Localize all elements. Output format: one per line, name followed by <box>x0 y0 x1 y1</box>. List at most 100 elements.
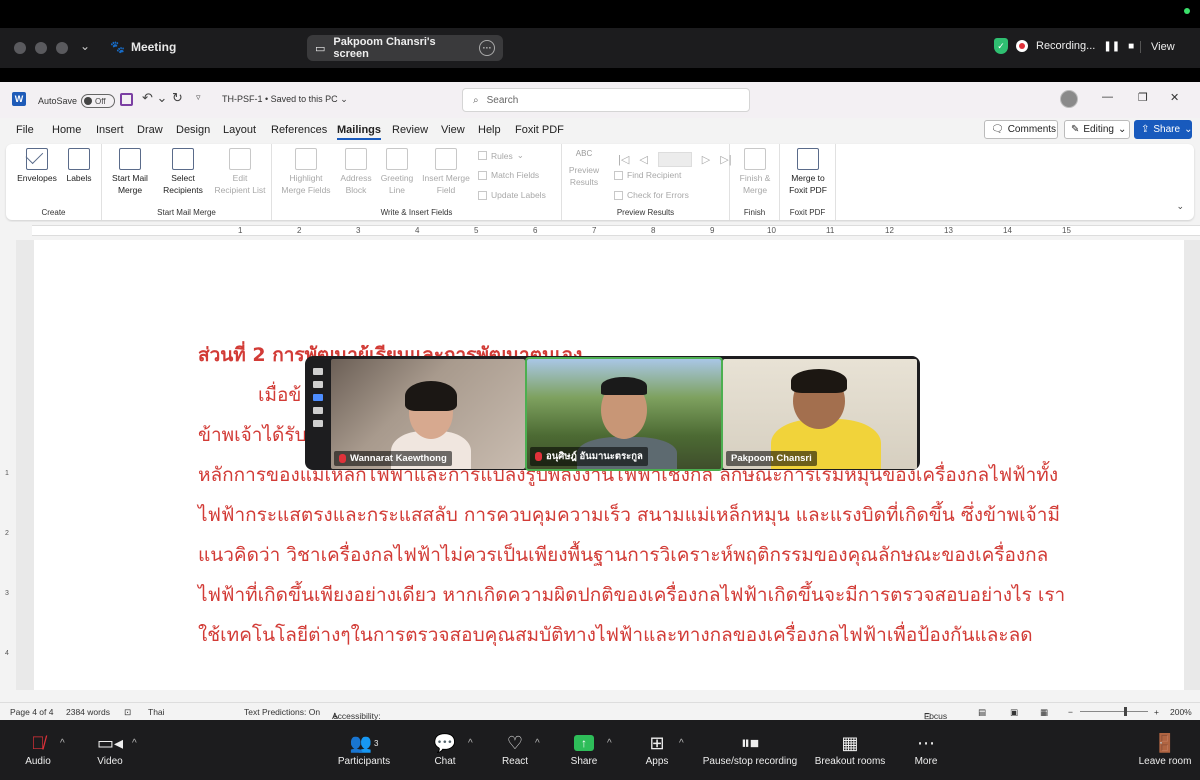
print-layout-icon[interactable]: ▣ <box>1010 707 1018 718</box>
finish-merge-button[interactable]: Finish & Merge <box>732 148 778 196</box>
participants-button[interactable]: 👥 3 Participants <box>319 730 409 768</box>
prev-record-icon[interactable]: ◁ <box>639 153 647 166</box>
save-icon[interactable] <box>120 93 133 106</box>
paragraph-line[interactable]: ไฟฟ้ากระแสตรงและกระแสสลับ การควบคุมความเ… <box>198 500 1060 530</box>
redo-icon[interactable]: ↻ <box>172 90 183 106</box>
window-controls[interactable] <box>14 42 68 54</box>
paragraph-line[interactable]: แนวคิดว่า วิชาเครื่องกลไฟฟ้าไม่ควรเป็นเพ… <box>198 540 1048 570</box>
minimize-icon[interactable]: — <box>1102 91 1113 103</box>
address-block-button[interactable]: Address Block <box>336 148 376 196</box>
tab-file[interactable]: File <box>16 124 34 136</box>
web-layout-icon[interactable]: ▦ <box>1040 707 1048 718</box>
tab-mailings[interactable]: Mailings <box>337 124 382 140</box>
video-button[interactable]: ▭◂ Video <box>65 730 155 768</box>
tab-insert[interactable]: Insert <box>96 124 124 136</box>
video-panel[interactable]: Wannarat Kaewthong อนุศิษฎ์ อันมานะตระกู… <box>305 356 920 471</box>
apps-button[interactable]: ⊞ Apps <box>612 730 702 768</box>
more-options-icon[interactable]: ··· <box>479 40 495 56</box>
match-fields-button[interactable]: Match Fields <box>478 170 539 180</box>
document-title[interactable]: TH-PSF-1 • Saved to this PC ⌄ <box>222 94 348 105</box>
text-predictions[interactable]: Text Predictions: On <box>244 707 320 717</box>
ruler-number: 8 <box>651 226 656 235</box>
hide-video-icon[interactable] <box>313 420 323 427</box>
paragraph-line[interactable]: ใช้เทคโนโลยีต่างๆในการตรวจสอบคุณสมบัติทา… <box>198 620 1033 650</box>
greeting-line-button[interactable]: Greeting Line <box>376 148 418 196</box>
apps-options-caret-icon[interactable]: ^ <box>679 738 684 749</box>
vertical-ruler[interactable]: 1 2 3 4 <box>0 240 16 690</box>
zoom-out-icon[interactable]: − <box>1068 707 1073 717</box>
speaker-view-icon[interactable] <box>313 381 323 388</box>
select-recipients-button[interactable]: Select Recipients <box>156 148 210 196</box>
close-icon[interactable]: ✕ <box>1170 91 1179 104</box>
merge-to-foxit-button[interactable]: Merge to Foxit PDF <box>782 148 834 196</box>
language[interactable]: Thai <box>148 707 165 717</box>
paragraph-line[interactable]: ไฟฟ้าที่เกิดขึ้นเพียงอย่างเดียว หากเกิดค… <box>198 580 1065 610</box>
share-button[interactable]: ⇪ Share ⌄ <box>1134 120 1192 139</box>
update-icon <box>478 190 487 200</box>
share-options-caret-icon[interactable]: ^ <box>607 738 612 749</box>
participant-tile[interactable]: Pakpoom Chansri <box>723 359 917 469</box>
stop-icon[interactable]: ■ <box>1128 41 1134 52</box>
minimize-panel-icon[interactable] <box>313 368 323 375</box>
restore-icon[interactable]: ❐ <box>1138 91 1148 104</box>
start-mail-merge-button[interactable]: Start Mail Merge <box>106 148 154 196</box>
rules-button[interactable]: Rules ⌄ <box>478 150 524 161</box>
chevron-down-icon[interactable]: ⌄ <box>80 39 90 53</box>
first-record-icon[interactable]: |◁ <box>618 153 629 166</box>
paw-icon: 🐾 <box>110 40 125 54</box>
tab-review[interactable]: Review <box>392 124 428 136</box>
search-input[interactable]: ⌕ Search <box>462 88 750 112</box>
page-count[interactable]: Page 4 of 4 <box>10 707 53 717</box>
participant-tile[interactable]: Wannarat Kaewthong <box>331 359 525 469</box>
view-button[interactable]: View <box>1140 41 1175 53</box>
zoom-level[interactable]: 200% <box>1170 707 1192 717</box>
tab-help[interactable]: Help <box>478 124 501 136</box>
video-options-caret-icon[interactable]: ^ <box>132 738 137 749</box>
labels-button[interactable]: Labels <box>62 148 96 184</box>
record-number-input[interactable] <box>657 152 692 167</box>
maximize-dot[interactable] <box>56 42 68 54</box>
more-button[interactable]: ⋯ More <box>881 730 971 768</box>
close-dot[interactable] <box>14 42 26 54</box>
word-logo-icon: W <box>12 92 26 106</box>
tab-foxit-pdf[interactable]: Foxit PDF <box>515 124 564 136</box>
screen-share-pill[interactable]: ▭ Pakpoom Chansri's screen ··· <box>307 35 503 61</box>
undo-icon[interactable]: ↶ ⌄ <box>142 90 167 106</box>
autosave-control[interactable]: AutoSave Off <box>38 94 116 108</box>
tab-home[interactable]: Home <box>52 124 81 136</box>
zoom-in-icon[interactable]: + <box>1154 707 1159 717</box>
edit-recipient-list-button[interactable]: Edit Recipient List <box>212 148 268 196</box>
tab-design[interactable]: Design <box>176 124 210 136</box>
pause-stop-recording-button[interactable]: ⏸⏹ Pause/stop recording <box>691 730 809 768</box>
editing-button[interactable]: ✎ Editing ⌄ <box>1064 120 1130 139</box>
proofing-icon[interactable]: ⊡ <box>124 707 131 718</box>
tab-layout[interactable]: Layout <box>223 124 256 136</box>
preview-results-button[interactable]: ABC Preview Results <box>564 148 604 188</box>
gallery-view-icon[interactable] <box>313 407 323 414</box>
zoom-slider[interactable] <box>1080 707 1148 716</box>
minimize-dot[interactable] <box>35 42 47 54</box>
pause-icon[interactable]: ❚❚ <box>1103 41 1120 52</box>
find-recipient-button[interactable]: Find Recipient <box>614 170 681 180</box>
next-record-icon[interactable]: ▷ <box>702 153 710 166</box>
tab-references[interactable]: References <box>271 124 327 136</box>
word-count[interactable]: 2384 words <box>66 707 110 717</box>
horizontal-ruler[interactable]: 1 2 3 4 5 6 7 8 9 10 11 12 13 14 15 <box>0 222 1200 238</box>
highlight-merge-fields-button[interactable]: Highlight Merge Fields <box>278 148 334 196</box>
read-mode-icon[interactable]: ▤ <box>978 707 986 718</box>
leave-room-button[interactable]: 🚪 Leave room <box>1120 730 1200 768</box>
chevron-down-icon[interactable]: ⌄ <box>1176 201 1184 212</box>
check-errors-button[interactable]: Check for Errors <box>614 190 689 200</box>
update-labels-button[interactable]: Update Labels <box>478 190 546 200</box>
customize-quick-access-icon[interactable]: ▿ <box>196 92 201 103</box>
tab-view[interactable]: View <box>441 124 465 136</box>
tab-draw[interactable]: Draw <box>137 124 163 136</box>
participant-tile-active-speaker[interactable]: อนุศิษฎ์ อันมานะตระกูล <box>525 357 723 471</box>
strip-view-icon[interactable] <box>313 394 323 401</box>
audio-options-caret-icon[interactable]: ^ <box>60 738 65 749</box>
autosave-toggle[interactable]: Off <box>81 94 116 108</box>
comments-button[interactable]: 🗨 Comments <box>984 120 1058 139</box>
insert-merge-field-button[interactable]: Insert Merge Field <box>418 148 474 196</box>
avatar[interactable] <box>1060 90 1078 108</box>
envelopes-button[interactable]: Envelopes <box>14 148 60 184</box>
